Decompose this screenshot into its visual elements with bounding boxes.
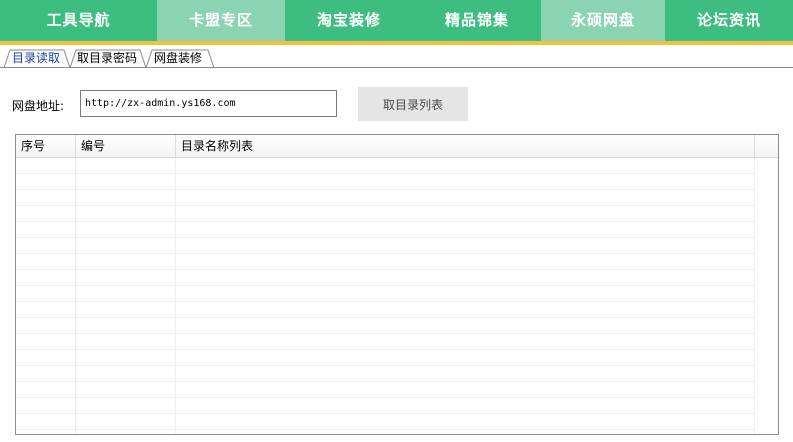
disk-address-label: 网盘地址: bbox=[12, 99, 65, 113]
empty-row-line bbox=[16, 398, 755, 414]
top-nav: 工具导航 卡盟专区 淘宝装修 精品锦集 永硕网盘 论坛资讯 bbox=[0, 0, 793, 41]
empty-row-line bbox=[16, 206, 755, 222]
nav-accent-bar bbox=[0, 41, 793, 45]
empty-row-line bbox=[16, 382, 755, 398]
empty-row-line bbox=[16, 318, 755, 334]
empty-row-line bbox=[16, 174, 755, 190]
empty-row-line bbox=[16, 334, 755, 350]
empty-row-line bbox=[16, 158, 755, 174]
fetch-dir-list-button[interactable]: 取目录列表 bbox=[358, 87, 468, 121]
empty-row-line bbox=[16, 238, 755, 254]
tab-dir-password[interactable]: 取目录密码 bbox=[71, 49, 143, 67]
empty-row-line bbox=[16, 414, 755, 430]
nav-item-taobao-decor[interactable]: 淘宝装修 bbox=[285, 0, 413, 41]
empty-row-line bbox=[16, 222, 755, 238]
empty-row-line bbox=[16, 286, 755, 302]
column-header-dir-name[interactable]: 目录名称列表 bbox=[176, 135, 755, 157]
empty-row-line bbox=[16, 254, 755, 270]
nav-item-forum[interactable]: 论坛资讯 bbox=[665, 0, 793, 41]
empty-row-line bbox=[16, 350, 755, 366]
nav-item-collection[interactable]: 精品锦集 bbox=[413, 0, 541, 41]
directory-list[interactable]: 序号 编号 目录名称列表 bbox=[15, 134, 779, 435]
tab-baseline bbox=[0, 67, 793, 68]
list-header: 序号 编号 目录名称列表 bbox=[16, 135, 778, 158]
empty-row-line bbox=[16, 190, 755, 206]
column-header-filler bbox=[755, 135, 778, 157]
nav-item-card-union[interactable]: 卡盟专区 bbox=[157, 0, 285, 41]
empty-row-line bbox=[16, 270, 755, 286]
disk-address-input[interactable] bbox=[80, 90, 337, 117]
empty-row-line bbox=[16, 366, 755, 382]
list-body bbox=[16, 158, 778, 434]
nav-item-yongshuo-disk[interactable]: 永硕网盘 bbox=[541, 0, 665, 41]
nav-item-tools[interactable]: 工具导航 bbox=[0, 0, 157, 41]
tab-disk-decor[interactable]: 网盘装修 bbox=[148, 49, 208, 67]
column-header-index[interactable]: 序号 bbox=[16, 135, 76, 157]
empty-row-line bbox=[16, 302, 755, 318]
column-header-id[interactable]: 编号 bbox=[76, 135, 176, 157]
tab-dir-read[interactable]: 目录读取 bbox=[6, 49, 66, 67]
